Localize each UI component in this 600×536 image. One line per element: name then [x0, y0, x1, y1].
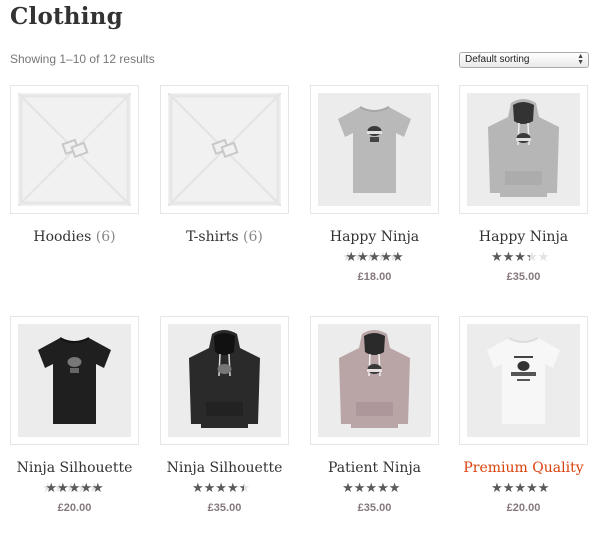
- product-price: £20.00: [506, 502, 541, 514]
- star-rating: ★★★★★★★★★★: [491, 250, 550, 265]
- category-count: (6): [95, 229, 116, 245]
- product-price: £35.00: [506, 271, 541, 283]
- product-price: £35.00: [207, 502, 242, 514]
- product-thumbnail[interactable]: [310, 85, 439, 214]
- category-thumbnail[interactable]: [10, 85, 139, 214]
- product-title[interactable]: Patient Ninja: [300, 460, 449, 476]
- star-rating-fill: ★★★★★: [192, 482, 244, 496]
- ordering-select[interactable]: Default sorting ▲ ▼: [459, 52, 589, 68]
- select-arrows-icon: ▲ ▼: [577, 53, 584, 66]
- category-thumbnail[interactable]: [160, 85, 289, 214]
- product-card[interactable]: Ninja Silhouette ★★★★★ ★★★★★ £20.00: [10, 316, 139, 521]
- product-thumbnail[interactable]: [459, 316, 588, 445]
- placeholder-icon: [168, 93, 281, 206]
- tshirt-black-icon: [18, 324, 131, 437]
- product-thumbnail[interactable]: [459, 85, 588, 214]
- product-price: £20.00: [57, 502, 92, 514]
- star-rating: ★★★★★★★★★★: [491, 481, 550, 496]
- product-card[interactable]: Premium Quality ★★★★★ ★★★★★ £20.00: [459, 316, 588, 521]
- star-rating-fill: ★★★★★: [491, 482, 550, 496]
- category-name: T-shirts: [186, 229, 239, 245]
- product-title[interactable]: Ninja Silhouette: [0, 460, 149, 476]
- category-title[interactable]: Hoodies (6): [0, 229, 149, 245]
- ordering-selected-label: Default sorting: [465, 54, 530, 65]
- result-count: Showing 1–10 of 12 results: [10, 52, 155, 66]
- category-count: (6): [243, 229, 263, 245]
- star-rating: ★★★★★★★★★★: [192, 481, 251, 496]
- star-rating-fill: ★★★★★: [45, 482, 104, 496]
- product-price: £35.00: [357, 502, 392, 514]
- category-hoodies[interactable]: Hoodies (6): [10, 85, 139, 285]
- star-rating: ★★★★★★★★★★: [342, 251, 407, 265]
- product-card[interactable]: Patient Ninja ★★★★★ ★★★★★ £35.00: [310, 316, 439, 521]
- category-title[interactable]: T-shirts (6): [150, 229, 299, 245]
- product-card[interactable]: Happy Ninja ★★★★★★★★★★ £35.00: [459, 85, 588, 290]
- placeholder-icon: [18, 93, 131, 206]
- page-title: Clothing: [10, 3, 123, 30]
- star-rating: ★★★★★★★★★★: [42, 482, 107, 496]
- star-rating-fill: ★★★★★: [491, 251, 530, 265]
- hoodie-black-icon: [168, 324, 281, 437]
- product-title[interactable]: Happy Ninja: [300, 229, 449, 245]
- product-title[interactable]: Ninja Silhouette: [150, 460, 299, 476]
- category-tshirts[interactable]: T-shirts (6): [160, 85, 289, 285]
- category-name: Hoodies: [33, 229, 92, 245]
- product-card[interactable]: Ninja Silhouette ★★★★★★★★★★ £35.00: [160, 316, 289, 521]
- product-card[interactable]: Happy Ninja ★★★★★ ★★★★★ £18.00: [310, 85, 439, 290]
- star-rating: ★★★★★★★★★★: [342, 481, 401, 496]
- product-thumbnail[interactable]: [10, 316, 139, 445]
- tshirt-white-icon: [467, 324, 580, 437]
- star-rating-fill: ★★★★★: [345, 251, 404, 265]
- product-price: £18.00: [357, 271, 392, 283]
- product-thumbnail[interactable]: [160, 316, 289, 445]
- product-thumbnail[interactable]: [310, 316, 439, 445]
- hoodie-grey-icon: [467, 93, 580, 206]
- product-title[interactable]: Happy Ninja: [449, 229, 598, 245]
- product-title[interactable]: Premium Quality: [449, 460, 598, 476]
- hoodie-mauve-icon: [318, 324, 431, 437]
- tshirt-grey-icon: [318, 93, 431, 206]
- star-rating-fill: ★★★★★: [342, 482, 401, 496]
